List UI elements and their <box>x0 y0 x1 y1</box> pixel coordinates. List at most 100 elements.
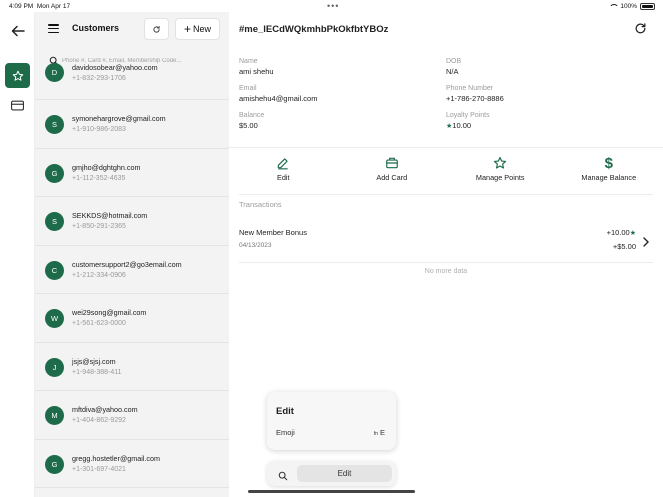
emoji-menu-item[interactable]: Emoji <box>276 428 295 437</box>
manage-points-label: Manage Points <box>475 173 525 182</box>
customer-email: SEKKDS@hotmail.com <box>72 211 148 220</box>
customer-list-panel: Customers + New D davidosobear@yahoo.com… <box>35 12 229 497</box>
home-indicator[interactable] <box>248 490 415 493</box>
add-card-label: Add Card <box>376 173 408 182</box>
manage-balance-button[interactable]: $ Manage Balance <box>555 154 663 196</box>
edit-menu-button[interactable]: Edit <box>297 465 392 482</box>
status-right: 100% <box>609 3 655 10</box>
customer-phone: +1-301-697-4021 <box>72 465 126 473</box>
manage-points-button[interactable]: Manage Points <box>446 156 555 196</box>
dob-field: DOB N/A <box>446 58 461 76</box>
avatar: S <box>45 115 64 134</box>
refresh-button[interactable] <box>144 18 169 40</box>
avatar: M <box>45 406 64 425</box>
list-item[interactable]: S symonehargrove@gmail.com +1-910-986-20… <box>35 100 229 149</box>
new-button-label: New <box>193 24 212 34</box>
star-icon <box>12 70 23 81</box>
edit-label: Edit <box>276 173 290 182</box>
customer-phone: +1-561-623-0000 <box>72 320 126 327</box>
chevron-right-icon <box>642 234 650 247</box>
loyalty-star-button[interactable] <box>5 63 30 88</box>
multitasking-dots[interactable]: ••• <box>327 1 339 11</box>
add-card-button[interactable]: Add Card <box>338 156 447 196</box>
list-title: Customers <box>72 23 120 33</box>
balance-value: $5.00 <box>239 121 258 130</box>
phone-field: Phone Number +1-786-270-8886 <box>446 85 504 103</box>
dob-value: N/A <box>446 67 459 76</box>
manage-balance-label: Manage Balance <box>581 173 637 182</box>
list-item[interactable]: D davidosobear@yahoo.com +1-832-293-1706 <box>35 63 229 100</box>
popover-title: Edit <box>276 406 294 417</box>
phone-value: +1-786-270-8886 <box>446 94 504 103</box>
transaction-amount: +$5.00 <box>612 242 636 251</box>
plus-icon: + <box>183 22 191 36</box>
divider <box>239 194 653 195</box>
avatar: D <box>45 63 64 82</box>
menu-icon[interactable] <box>48 24 59 34</box>
left-rail <box>0 12 35 497</box>
list-item[interactable]: J jsjs@sjsj.com +1-948-388-411 <box>35 343 229 391</box>
refresh-icon <box>153 25 160 33</box>
list-item[interactable]: C customersupport2@go3email.com +1-212-3… <box>35 246 229 294</box>
list-item[interactable]: M mftdiva@yahoo.com +1-404-862-9292 <box>35 391 229 440</box>
star-outline-icon <box>493 156 507 170</box>
customer-phone: +1-212-334-0906 <box>72 271 126 279</box>
list-item[interactable]: W wei29song@gmail.com +1-561-623-0000 <box>35 294 229 343</box>
transaction-row[interactable]: New Member Bonus 04/13/2023 +10.00★ +$5.… <box>229 222 663 262</box>
action-bar: Edit Add Card Manage Points $ Manage Bal… <box>229 154 663 196</box>
balance-label: Balance <box>239 112 265 119</box>
list-header: Customers + New <box>35 12 229 46</box>
transactions-title: Transactions <box>239 200 282 209</box>
new-customer-button[interactable]: + New <box>175 18 220 40</box>
email-value: amishehu4@gmail.com <box>239 94 318 103</box>
shortcut-bar: Edit <box>267 461 396 486</box>
customer-email: gmjho@dghtghn.com <box>72 162 141 172</box>
transaction-date: 04/13/2023 <box>239 242 272 249</box>
customer-id-title: #me_lECdWQkmhbPkOkfbtYBOz <box>239 24 389 35</box>
avatar: S <box>45 212 64 231</box>
edit-button[interactable]: Edit <box>229 156 338 196</box>
customer-phone: +1-948-388-411 <box>72 368 122 376</box>
list-item[interactable]: S SEKKDS@hotmail.com +1-850-291-2365 <box>35 197 229 246</box>
dob-label: DOB <box>446 58 462 65</box>
balance-field: Balance $5.00 <box>239 112 264 130</box>
email-label: Email <box>239 85 257 92</box>
customer-rows: D davidosobear@yahoo.com +1-832-293-1706… <box>35 63 229 488</box>
name-value: ami shehu <box>239 67 274 76</box>
divider <box>239 262 653 263</box>
refresh-icon[interactable] <box>634 22 647 35</box>
battery-percent: 100% <box>620 3 637 10</box>
transaction-points: +10.00★ <box>606 228 636 237</box>
status-bar: 4:09 PM Mon Apr 17 ••• 100% <box>0 0 663 12</box>
avatar: C <box>45 260 64 280</box>
loyalty-value: 10.00 <box>452 121 472 130</box>
phone-label: Phone Number <box>446 85 494 92</box>
email-field: Email amishehu4@gmail.com <box>239 85 317 103</box>
customer-email: jsjs@sjsj.com <box>72 356 116 366</box>
dollar-icon: $ <box>604 154 613 172</box>
customer-phone: +1-112-352-4635 <box>72 174 126 182</box>
pencil-icon <box>276 156 290 170</box>
customer-phone: +1-832-293-1706 <box>72 75 126 82</box>
loyalty-value-row: ★10.00 <box>446 121 490 130</box>
avatar: G <box>45 163 64 183</box>
search-icon[interactable] <box>278 468 288 481</box>
avatar: J <box>45 357 64 377</box>
customer-email: davidosobear@yahoo.com <box>72 63 158 72</box>
divider <box>229 147 663 148</box>
transaction-name: New Member Bonus <box>239 228 307 237</box>
list-item[interactable]: G gmjho@dghtghn.com +1-112-352-4635 <box>35 149 229 197</box>
customer-email: customersupport2@go3email.com <box>72 259 182 269</box>
name-label: Name <box>239 58 258 65</box>
battery-icon <box>640 3 655 10</box>
list-item[interactable]: G gregg.hostetler@gmail.com +1-301-697-4… <box>35 440 229 488</box>
customer-email: gregg.hostetler@gmail.com <box>72 453 160 463</box>
back-arrow-icon[interactable] <box>10 23 26 39</box>
credit-card-icon[interactable] <box>10 98 25 113</box>
customer-email: wei29song@gmail.com <box>72 308 147 317</box>
customer-email: symonehargrove@gmail.com <box>72 114 166 123</box>
card-icon <box>385 156 399 170</box>
name-field: Name ami shehu <box>239 58 274 76</box>
edit-menu-popover: Edit Emoji fn E <box>267 392 396 450</box>
no-more-data: No more data <box>424 268 468 275</box>
